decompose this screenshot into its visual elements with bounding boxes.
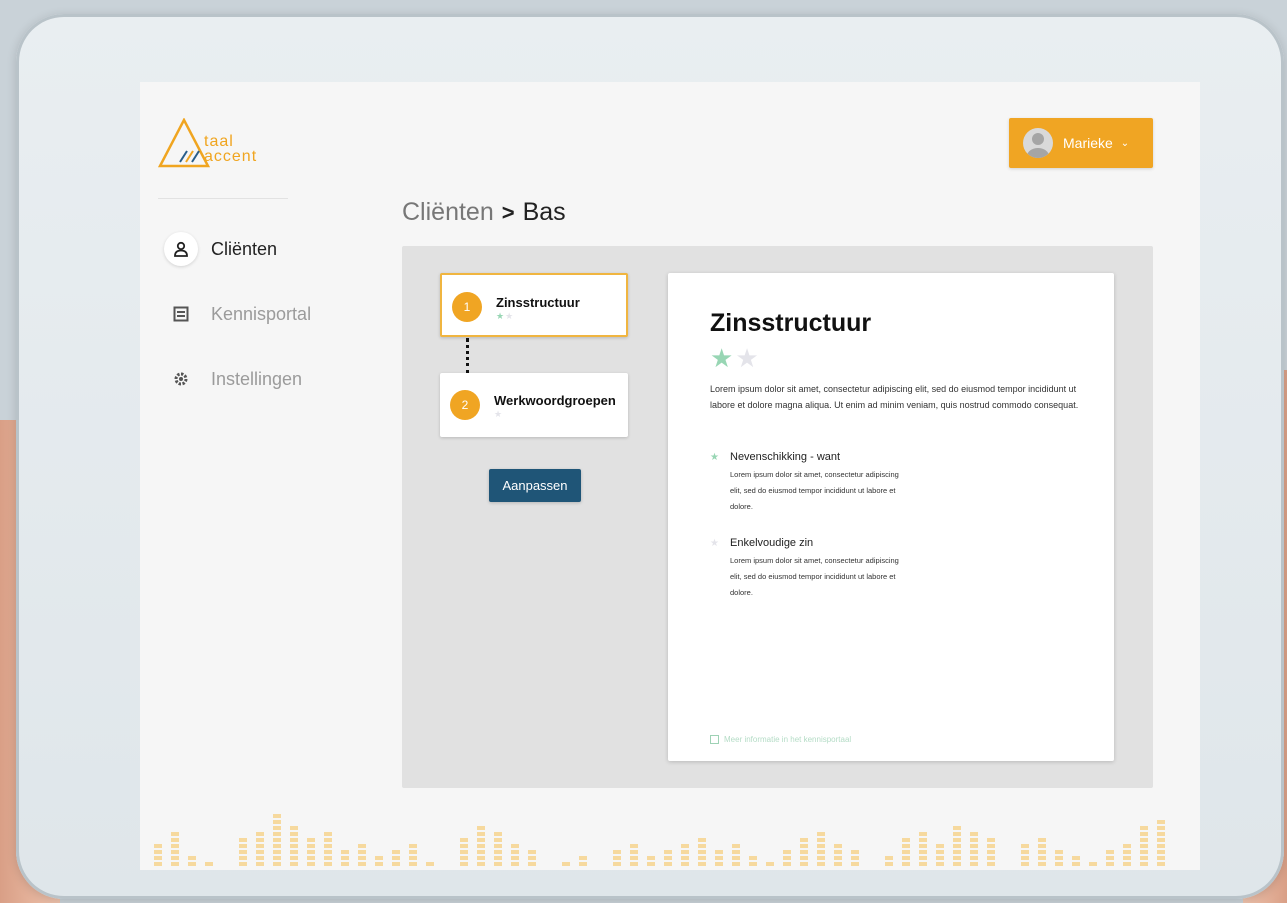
more-info-link[interactable]: Meer informatie in het kennisportaal (710, 735, 851, 744)
progress-panel: 1 Zinsstructuur ★★ 2 Werkwoordgroepen ★ … (402, 246, 1153, 788)
book-icon (710, 735, 719, 744)
edit-button[interactable]: Aanpassen (489, 469, 581, 502)
more-info-text: Meer informatie in het kennisportaal (724, 735, 852, 744)
step-title: Werkwoordgroepen (494, 393, 616, 408)
sidebar-item-label: Kennisportal (211, 303, 312, 324)
logo-word-taal: taal (204, 133, 234, 150)
step-title: Zinsstructuur (496, 295, 580, 310)
user-name: Marieke (1063, 135, 1113, 151)
sidebar-item-instellingen[interactable]: Instellingen (164, 361, 364, 397)
star-filled-icon: ★ (710, 452, 719, 463)
step-connector (466, 338, 469, 374)
step-star-rating: ★ (494, 409, 503, 420)
user-menu-button[interactable]: Marieke ⌄ (1009, 118, 1153, 168)
step-card-zinsstructuur[interactable]: 1 Zinsstructuur ★★ (440, 273, 628, 337)
step-card-werkwoordgroepen[interactable]: 2 Werkwoordgroepen ★ (440, 373, 628, 437)
app-screen: taal accent Cliënten Kennisportal Instel… (140, 82, 1200, 870)
equalizer-decoration (154, 814, 1165, 866)
sidebar-item-kennisportal[interactable]: Kennisportal (164, 296, 364, 332)
star-filled-icon: ★ (496, 311, 506, 321)
breadcrumb-current: Bas (522, 198, 566, 226)
sidebar-divider (158, 198, 288, 199)
tablet-frame: taal accent Cliënten Kennisportal Instel… (16, 14, 1284, 899)
breadcrumb-clienten-link[interactable]: Cliënten (402, 198, 494, 227)
star-empty-icon: ★ (494, 409, 504, 419)
sidebar-item-label: Instellingen (211, 368, 303, 389)
gear-icon (164, 362, 198, 396)
step-star-rating: ★★ (496, 311, 514, 322)
detail-title: Zinsstructuur (710, 309, 872, 337)
star-empty-icon: ★ (505, 311, 515, 321)
sidebar-item-label: Cliënten (211, 238, 278, 259)
avatar (1023, 128, 1053, 158)
step-number-badge: 2 (450, 390, 480, 420)
person-icon (164, 232, 198, 266)
breadcrumb: Cliënten > Bas (402, 198, 566, 227)
chevron-down-icon: ⌄ (1120, 137, 1130, 149)
detail-description: Lorem ipsum dolor sit amet, consectetur … (710, 384, 1079, 410)
skill-item-title: Enkelvoudige zin (730, 537, 814, 549)
skill-item-text: Lorem ipsum dolor sit amet, consectetur … (730, 470, 899, 511)
book-icon (164, 297, 198, 331)
logo-text: taal accent (204, 133, 258, 165)
star-filled-icon: ★ (710, 343, 736, 373)
logo-word-accent: accent (204, 148, 258, 165)
star-empty-icon: ★ (710, 538, 719, 549)
sidebar-item-clienten[interactable]: Cliënten (164, 231, 364, 267)
detail-star-rating: ★★ (710, 343, 761, 373)
skill-item-title: Nevenschikking - want (730, 451, 841, 463)
star-empty-icon: ★ (735, 343, 761, 373)
skill-item-text: Lorem ipsum dolor sit amet, consectetur … (730, 556, 899, 597)
step-number-badge: 1 (452, 292, 482, 322)
breadcrumb-separator: > (501, 199, 515, 225)
step-detail-card: Zinsstructuur ★★ Lorem ipsum dolor sit a… (668, 273, 1114, 761)
